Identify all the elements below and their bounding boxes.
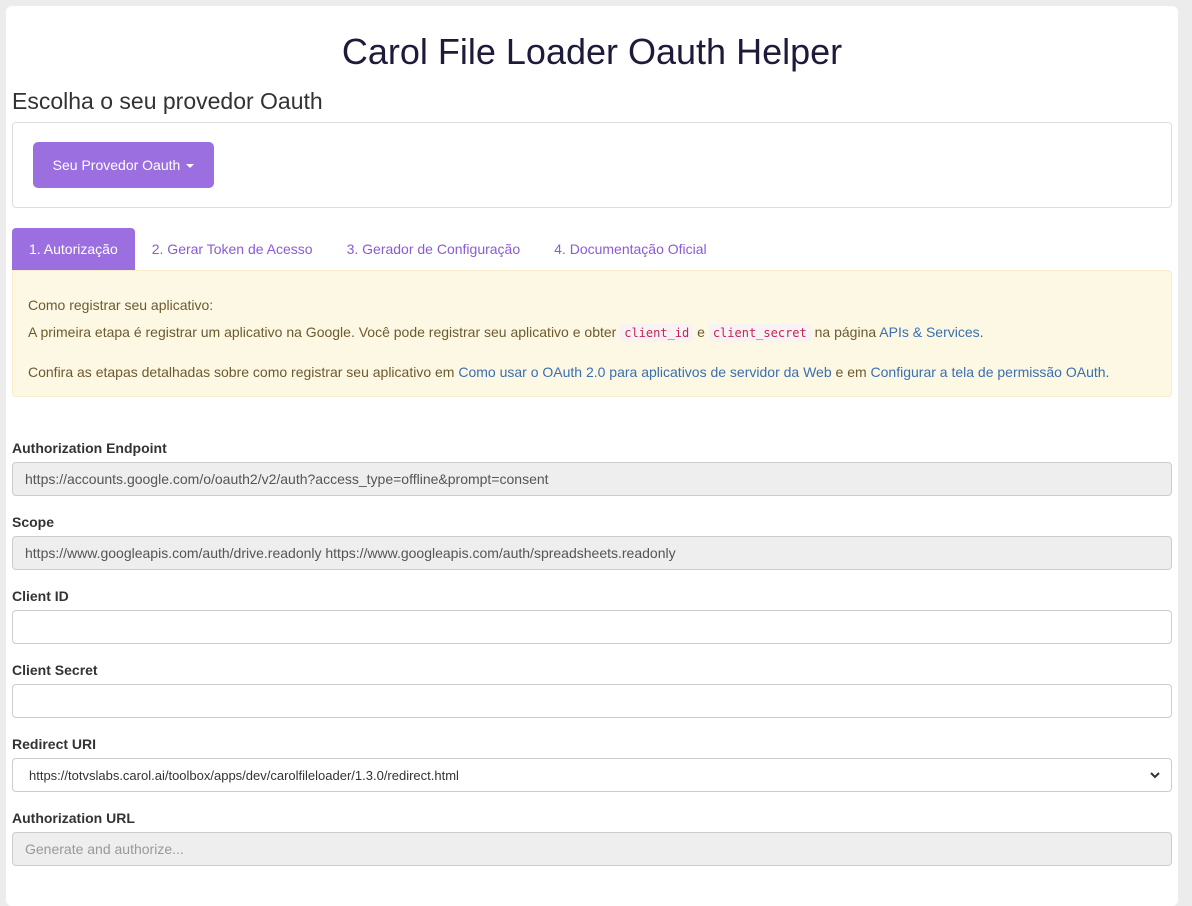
chevron-down-icon [1150,772,1160,779]
auth-endpoint-input[interactable]: https://accounts.google.com/o/oauth2/v2/… [12,462,1172,496]
redirect-uri-label: Redirect URI [12,736,97,752]
provider-button-label: Seu Provedor Oauth [52,157,181,173]
alert-text: Confira as etapas detalhadas sobre como … [28,364,459,380]
client-id-input[interactable] [12,610,1172,644]
alert-heading: Como registrar seu aplicativo: [28,297,214,313]
tab-gerador-configuracao[interactable]: 3. Gerador de Configuração [330,228,538,270]
code-client-secret: client_secret [708,324,811,342]
info-alert: Como registrar seu aplicativo: A primeir… [12,270,1172,397]
tab-bar: 1. Autorização 2. Gerar Token de Acesso … [12,228,724,270]
alert-text: A primeira etapa é registrar um aplicati… [28,324,621,340]
client-secret-label: Client Secret [12,662,98,678]
link-apis-services[interactable]: APIs & Services [879,324,979,340]
link-oauth-web-server[interactable]: Como usar o OAuth 2.0 para aplicativos d… [458,364,831,380]
auth-url-input[interactable]: Generate and authorize... [12,832,1172,866]
alert-line-register: A primeira etapa é registrar um aplicati… [28,324,984,342]
tab-gerar-token[interactable]: 2. Gerar Token de Acesso [135,228,330,270]
provider-heading: Escolha o seu provedor Oauth [12,88,323,114]
code-client-id: client_id [620,324,694,342]
alert-text: e [693,324,709,340]
redirect-uri-select[interactable]: https://totvslabs.carol.ai/toolbox/apps/… [12,758,1172,792]
scope-label: Scope [12,514,55,530]
auth-endpoint-label: Authorization Endpoint [12,440,167,456]
client-id-label: Client ID [12,588,69,604]
main-panel: Carol File Loader Oauth Helper Escolha o… [6,6,1178,906]
page-title: Carol File Loader Oauth Helper [341,31,843,72]
alert-text: e em [831,364,871,380]
auth-url-label: Authorization URL [12,810,135,826]
provider-box: Seu Provedor Oauth [12,122,1172,208]
alert-text: na página [810,324,880,340]
alert-text: . [979,324,984,340]
scope-input[interactable]: https://www.googleapis.com/auth/drive.re… [12,536,1172,570]
client-secret-input[interactable] [12,684,1172,718]
tab-documentacao-oficial[interactable]: 4. Documentação Oficial [537,228,724,270]
link-consent-screen[interactable]: Configurar a tela de permissão OAuth [871,364,1106,380]
alert-text: . [1105,364,1110,380]
redirect-uri-value: https://totvslabs.carol.ai/toolbox/apps/… [29,767,459,783]
caret-down-icon [186,164,195,168]
alert-line-steps: Confira as etapas detalhadas sobre como … [28,364,1109,380]
provider-dropdown-button[interactable]: Seu Provedor Oauth [33,142,214,188]
tab-autorizacao[interactable]: 1. Autorização [12,228,135,270]
